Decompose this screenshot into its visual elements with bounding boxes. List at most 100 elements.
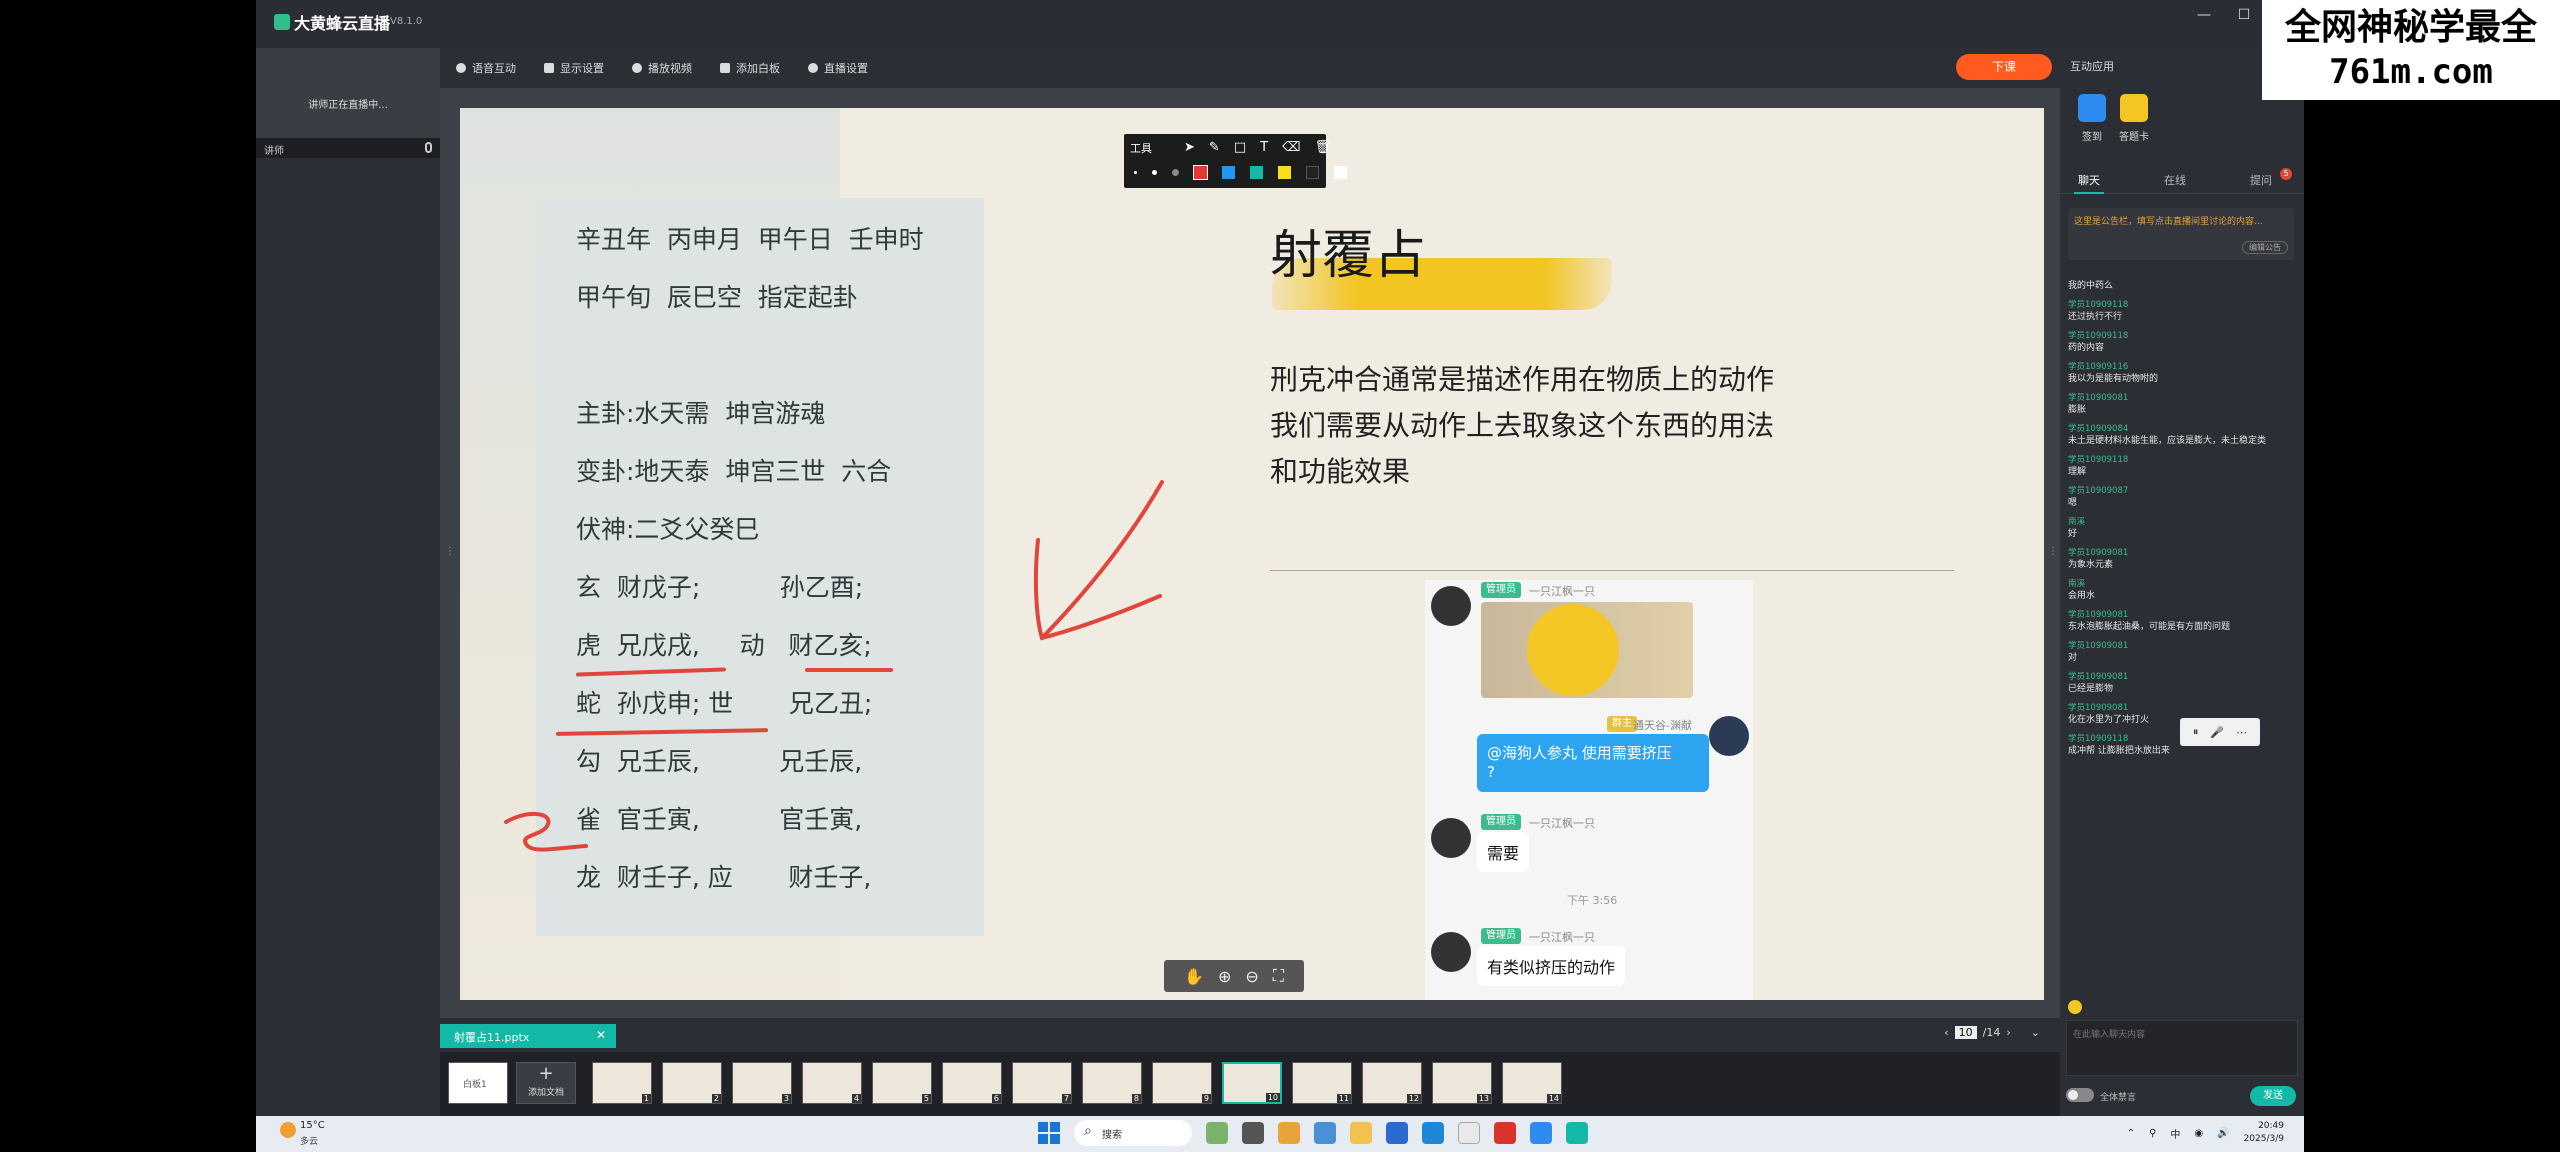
slide-canvas[interactable]: 辛丑年 丙申月 甲午日 壬申时 甲午旬 辰巳空 指定起卦 主卦:水天需 坤宫游魂…	[460, 108, 2044, 1000]
app-tray-icon[interactable]: ◉	[2194, 1128, 2203, 1139]
brush-size-small[interactable]	[1134, 171, 1137, 174]
color-swatch-blue[interactable]	[1222, 166, 1235, 179]
live-settings-button[interactable]: 直播设置	[808, 60, 868, 76]
chat-sender-name: 一只江枫一只	[1529, 585, 1595, 598]
slide-thumb-active[interactable]: 10	[1222, 1062, 1282, 1104]
brush-size-large[interactable]	[1172, 169, 1179, 176]
right-drag-handle[interactable]: ⋮	[2048, 546, 2058, 570]
tab-questions[interactable]: 提问	[2250, 172, 2272, 188]
plus-icon: +	[538, 1063, 554, 1084]
hand-pan-icon[interactable]: ✋	[1184, 967, 1204, 986]
chat-message-text: 我的中药么	[2068, 281, 2114, 291]
text-icon[interactable]: T	[1260, 140, 1268, 155]
slide-thumb[interactable]: 9	[1152, 1062, 1212, 1104]
more-icon[interactable]: ⋯	[2236, 726, 2247, 739]
pen-icon[interactable]: ✎	[1209, 140, 1220, 155]
app-version: V8.1.0	[390, 16, 423, 27]
tab-chat[interactable]: 聊天	[2078, 172, 2100, 188]
fit-screen-icon[interactable]: ⛶	[1273, 966, 1284, 986]
list-item: 学员10909081 东水泡膨胀起油桑，可能是有方面的问题	[2068, 610, 2294, 633]
answer-card-app-icon[interactable]	[2120, 94, 2148, 122]
store-app-icon[interactable]	[1314, 1122, 1336, 1144]
add-document-button[interactable]: + 添加文档	[516, 1062, 576, 1104]
weather-icon[interactable]	[280, 1122, 296, 1138]
left-black-bar	[0, 0, 256, 1152]
slide-thumb[interactable]: 13	[1432, 1062, 1492, 1104]
edge-browser-icon[interactable]	[1422, 1122, 1444, 1144]
clock[interactable]: 20:49 2025/3/9	[2244, 1120, 2284, 1146]
wps-office-icon[interactable]	[1494, 1122, 1516, 1144]
color-swatch-yellow[interactable]	[1278, 166, 1291, 179]
whiteboard-thumb[interactable]: 白板1	[448, 1062, 508, 1104]
annotation-tools-label[interactable]: 工具	[1130, 140, 1152, 156]
pause-icon[interactable]: ⏸	[2193, 725, 2199, 739]
taskbar-search[interactable]: 搜索	[1074, 1120, 1192, 1146]
feishu-app-icon[interactable]	[1530, 1122, 1552, 1144]
file-explorer-icon[interactable]	[1350, 1122, 1372, 1144]
next-page-button[interactable]: ›	[2006, 1026, 2010, 1039]
trash-icon[interactable]: 🗑	[1314, 140, 1331, 155]
title-bar: 大黄蜂云直播 V8.1.0 — ☐ ✕	[256, 0, 2304, 48]
slide-thumb[interactable]: 5	[872, 1062, 932, 1104]
slide-thumb[interactable]: 7	[1012, 1062, 1072, 1104]
live-app-icon[interactable]	[1566, 1122, 1588, 1144]
chat-sender: 学员10909116	[2068, 362, 2129, 372]
slide-thumb[interactable]: 6	[942, 1062, 1002, 1104]
display-settings-button[interactable]: 显示设置	[544, 60, 604, 76]
microphone-icon[interactable]: 🎤	[2210, 726, 2224, 739]
task-view-icon[interactable]	[1242, 1122, 1264, 1144]
chrome-browser-icon[interactable]	[1278, 1122, 1300, 1144]
chat-sender: 学员10909081	[2068, 393, 2129, 403]
network-icon[interactable]: ⚲	[2149, 1128, 2156, 1139]
volume-icon[interactable]: 🔊	[2217, 1128, 2229, 1139]
chat-message-blue: @海狗人参丸 使用需要挤压 ?	[1477, 734, 1709, 792]
pointer-icon[interactable]: ➤	[1184, 140, 1195, 155]
zoom-in-icon[interactable]: ⊕	[1218, 967, 1231, 986]
app-icon[interactable]	[1386, 1122, 1408, 1144]
slide-thumb[interactable]: 14	[1502, 1062, 1562, 1104]
chat-input[interactable]: 在此输入聊天内容	[2066, 1020, 2298, 1076]
maximize-button[interactable]: ☐	[2224, 0, 2264, 32]
windows-start-icon[interactable]	[1038, 1122, 1060, 1144]
current-page-input[interactable]: 10	[1954, 1026, 1977, 1039]
show-hidden-icons[interactable]: ⌃	[2127, 1128, 2135, 1139]
app-icon[interactable]	[1458, 1122, 1480, 1144]
slide-thumb[interactable]: 11	[1292, 1062, 1352, 1104]
add-whiteboard-button[interactable]: 添加白板	[720, 60, 780, 76]
voice-interaction-button[interactable]: 语音互动	[456, 60, 516, 76]
eraser-icon[interactable]: ⌫	[1282, 140, 1300, 155]
rectangle-icon[interactable]: □	[1234, 140, 1246, 155]
close-icon[interactable]: ✕	[596, 1028, 606, 1042]
brush-size-medium[interactable]	[1152, 170, 1157, 175]
color-swatch-teal[interactable]	[1250, 166, 1263, 179]
send-button[interactable]: 发送	[2250, 1086, 2296, 1106]
slide-thumb[interactable]: 4	[802, 1062, 862, 1104]
slide-thumb[interactable]: 2	[662, 1062, 722, 1104]
input-method-indicator[interactable]: 中	[2170, 1126, 2180, 1141]
slide-thumb[interactable]: 12	[1362, 1062, 1422, 1104]
color-swatch-white[interactable]	[1334, 166, 1347, 179]
end-class-button[interactable]: 下课	[1956, 54, 2052, 80]
color-swatch-black[interactable]	[1306, 166, 1319, 179]
file-tab[interactable]: 射覆占11.pptx ✕	[440, 1024, 616, 1048]
slide-thumb-number: 10	[1265, 1093, 1280, 1102]
slide-thumb[interactable]: 1	[592, 1062, 652, 1104]
slide-thumb[interactable]: 8	[1082, 1062, 1142, 1104]
color-swatch-red[interactable]	[1193, 165, 1208, 180]
play-video-button[interactable]: 播放视频	[632, 60, 692, 76]
widgets-app-icon[interactable]	[1206, 1122, 1228, 1144]
chevron-down-icon[interactable]: ⌄	[2031, 1026, 2040, 1039]
mute-all-toggle[interactable]	[2066, 1088, 2094, 1102]
tab-online[interactable]: 在线	[2164, 172, 2186, 188]
microphone-icon[interactable]	[425, 142, 432, 153]
zoom-out-icon[interactable]: ⊖	[1245, 967, 1258, 986]
whiteboard-icon	[720, 63, 730, 73]
edit-announcement-button[interactable]: 编辑公告	[2242, 241, 2288, 254]
minimize-button[interactable]: —	[2184, 0, 2224, 32]
left-drag-handle[interactable]: ⋮	[445, 546, 455, 570]
emoji-icon[interactable]	[2068, 1000, 2082, 1014]
sign-in-app-icon[interactable]	[2078, 94, 2106, 122]
prev-page-button[interactable]: ‹	[1944, 1026, 1948, 1039]
slide-thumb[interactable]: 3	[732, 1062, 792, 1104]
camera-preview[interactable]: 讲师正在直播中...	[256, 48, 440, 138]
